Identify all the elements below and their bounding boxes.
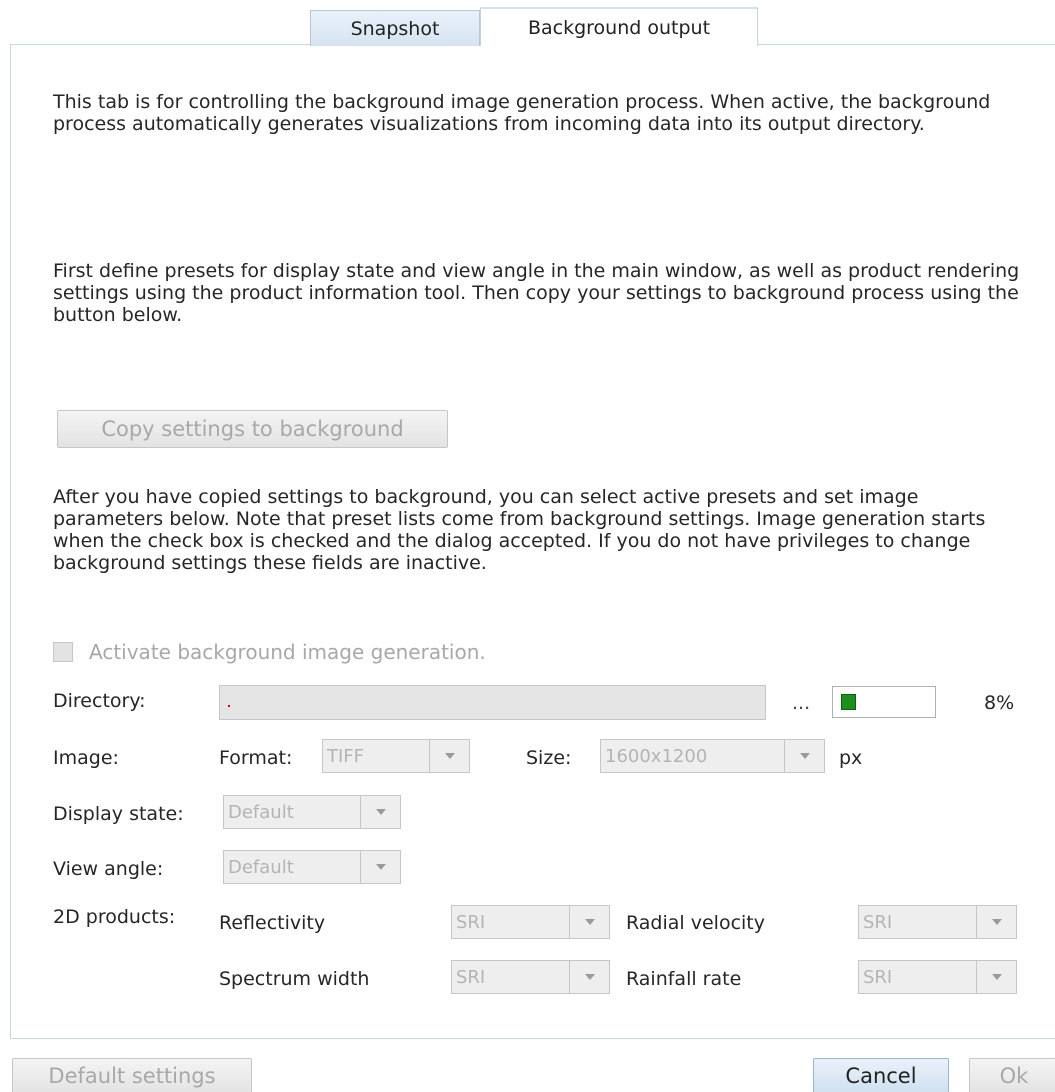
- products-label: 2D products:: [53, 906, 176, 928]
- ok-button[interactable]: Ok: [969, 1058, 1055, 1092]
- chevron-down-icon: [429, 740, 469, 772]
- size-select[interactable]: 1600x1200: [600, 739, 825, 773]
- chevron-down-icon: [360, 796, 400, 828]
- reflectivity-label: Reflectivity: [219, 912, 326, 934]
- chevron-down-icon: [976, 906, 1016, 938]
- tab-bar: Snapshot Background output: [310, 7, 758, 46]
- copy-settings-button[interactable]: Copy settings to background: [57, 410, 448, 448]
- radial-velocity-value: SRI: [863, 911, 893, 933]
- reflectivity-select[interactable]: SRI: [451, 905, 610, 939]
- format-select[interactable]: TIFF: [322, 739, 470, 773]
- dialog: Snapshot Background output This tab is f…: [0, 0, 1055, 1092]
- size-label: Size:: [526, 747, 572, 769]
- reflectivity-value: SRI: [456, 911, 486, 933]
- progress-fill: [841, 694, 856, 710]
- image-label: Image:: [53, 747, 119, 769]
- radial-velocity-label: Radial velocity: [626, 912, 765, 934]
- radial-velocity-select[interactable]: SRI: [858, 905, 1017, 939]
- activate-checkbox-label: Activate background image generation.: [89, 640, 486, 664]
- progress-percent: 8%: [984, 692, 1015, 714]
- intro-paragraph-3: After you have copied settings to backgr…: [53, 486, 986, 574]
- intro-paragraph-1: This tab is for controlling the backgrou…: [53, 91, 991, 135]
- display-state-select[interactable]: Default: [223, 795, 401, 829]
- activate-checkbox[interactable]: [53, 642, 73, 662]
- size-unit: px: [839, 747, 863, 769]
- rainfall-rate-label: Rainfall rate: [626, 968, 742, 990]
- spectrum-width-label: Spectrum width: [219, 968, 370, 990]
- view-angle-label: View angle:: [53, 858, 164, 880]
- spectrum-width-value: SRI: [456, 966, 486, 988]
- chevron-down-icon: [569, 906, 609, 938]
- size-value: 1600x1200: [605, 745, 708, 767]
- rainfall-rate-select[interactable]: SRI: [858, 960, 1017, 994]
- format-label: Format:: [219, 747, 293, 769]
- directory-label: Directory:: [53, 690, 146, 712]
- view-angle-value: Default: [228, 856, 294, 878]
- tab-snapshot[interactable]: Snapshot: [310, 10, 480, 46]
- rainfall-rate-value: SRI: [863, 966, 893, 988]
- directory-field[interactable]: [219, 685, 766, 720]
- chevron-down-icon: [784, 740, 824, 772]
- display-state-value: Default: [228, 801, 294, 823]
- browse-button[interactable]: ...: [792, 692, 810, 714]
- cancel-button[interactable]: Cancel: [813, 1058, 949, 1092]
- intro-paragraph-2: First define presets for display state a…: [53, 260, 1020, 326]
- view-angle-select[interactable]: Default: [223, 850, 401, 884]
- activate-row[interactable]: Activate background image generation.: [53, 640, 486, 664]
- format-value: TIFF: [327, 745, 365, 767]
- chevron-down-icon: [976, 961, 1016, 993]
- progress-bar: [832, 686, 936, 718]
- default-settings-button[interactable]: Default settings: [12, 1058, 252, 1092]
- display-state-label: Display state:: [53, 803, 184, 825]
- text-cursor: [228, 705, 230, 707]
- spectrum-width-select[interactable]: SRI: [451, 960, 610, 994]
- tab-background-output[interactable]: Background output: [480, 7, 758, 46]
- chevron-down-icon: [360, 851, 400, 883]
- chevron-down-icon: [569, 961, 609, 993]
